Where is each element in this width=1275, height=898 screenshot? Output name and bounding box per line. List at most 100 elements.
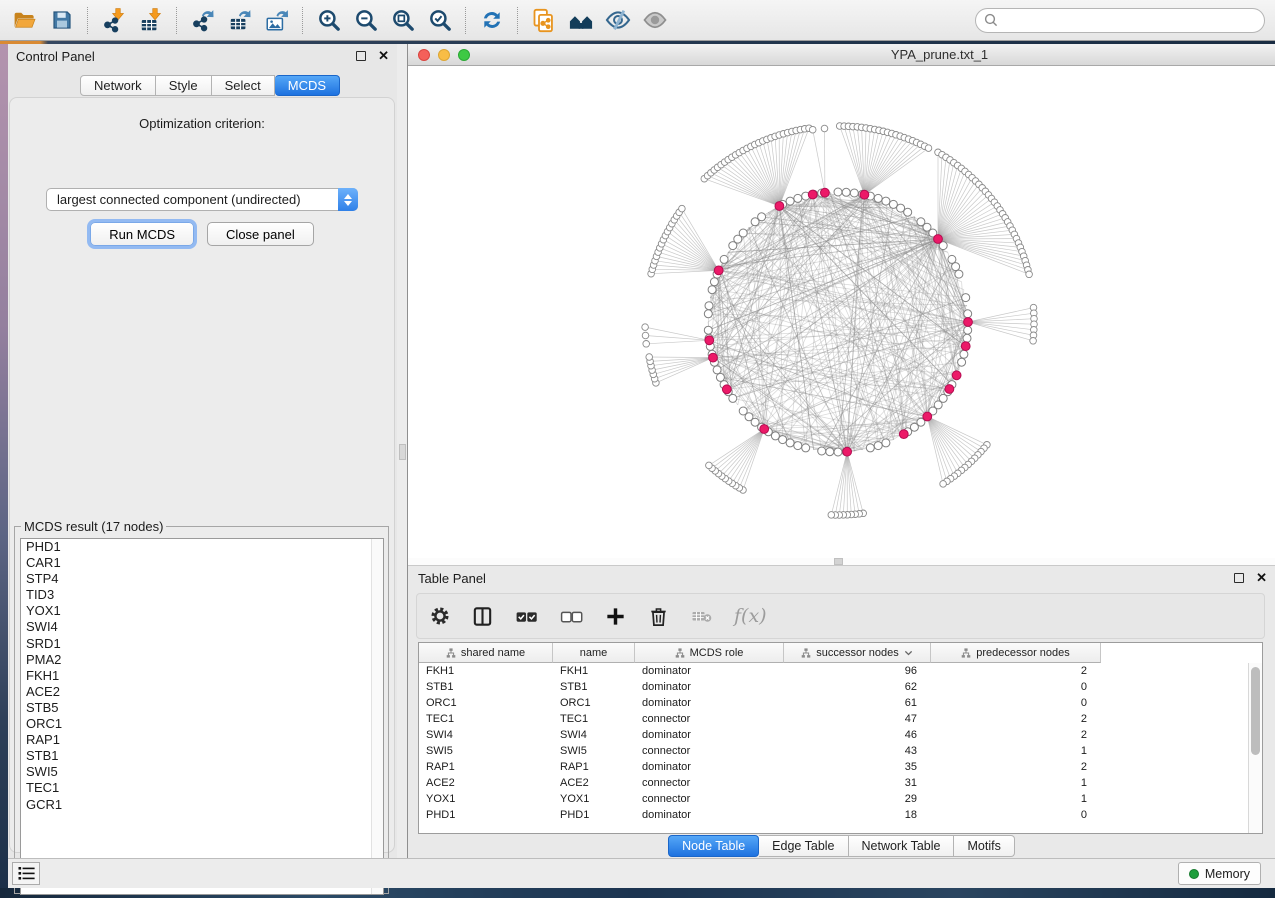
network-node[interactable] [643,341,650,348]
minimize-window-icon[interactable] [438,49,450,61]
network-node[interactable] [642,332,649,339]
network-node[interactable] [786,197,794,205]
network-canvas[interactable] [408,66,1275,558]
mcds-hub-node[interactable] [709,353,718,362]
zoom-selected-button[interactable] [421,3,458,37]
mcds-hub-node[interactable] [821,188,830,197]
create-column-button[interactable] [604,605,627,628]
network-node[interactable] [960,350,968,358]
result-item[interactable]: SWI4 [21,619,383,635]
network-node[interactable] [962,294,970,302]
result-item[interactable]: SWI5 [21,764,383,780]
open-session-button[interactable] [6,3,43,37]
network-node[interactable] [642,324,649,331]
result-item[interactable]: ACE2 [21,684,383,700]
mcds-hub-node[interactable] [808,190,817,199]
splitter-grip[interactable] [834,558,843,565]
result-item[interactable]: STB5 [21,700,383,716]
network-node[interactable] [963,334,971,342]
network-node[interactable] [758,213,766,221]
delete-table-button[interactable] [690,604,714,628]
zoom-fit-button[interactable] [384,3,421,37]
network-node[interactable] [874,442,882,450]
network-node[interactable] [882,197,890,205]
network-node[interactable] [720,255,728,263]
function-builder-button[interactable]: f(x) [734,605,767,627]
network-node[interactable] [809,126,816,133]
column-header-predecessor-nodes[interactable]: predecessor nodes [931,643,1101,663]
mcds-hub-node[interactable] [775,202,784,211]
network-node[interactable] [826,448,834,456]
network-node[interactable] [646,354,653,361]
table-row[interactable]: RAP1RAP1dominator352 [419,759,1262,775]
clone-network-button[interactable] [525,3,562,37]
vertical-splitter[interactable] [397,44,408,858]
export-network-button[interactable] [184,3,221,37]
table-row[interactable]: PHD1PHD1dominator180 [419,807,1262,823]
table-row[interactable]: SWI5SWI5connector431 [419,743,1262,759]
tab-network-table[interactable]: Network Table [849,835,955,857]
network-node[interactable] [882,439,890,447]
export-table-button[interactable] [221,3,258,37]
zoom-out-button[interactable] [347,3,384,37]
table-row[interactable]: ACE2ACE2connector311 [419,775,1262,791]
mcds-result-scrollbar[interactable] [371,539,383,894]
network-node[interactable] [1030,338,1037,345]
mcds-hub-node[interactable] [952,371,961,380]
mcds-hub-node[interactable] [934,235,943,244]
memory-button[interactable]: Memory [1178,862,1261,885]
result-item[interactable]: FKH1 [21,668,383,684]
select-all-columns-button[interactable] [514,604,539,629]
network-node[interactable] [952,263,960,271]
task-history-button[interactable] [12,862,40,885]
table-row[interactable]: ORC1ORC1dominator610 [419,695,1262,711]
network-node[interactable] [679,205,686,212]
network-node[interactable] [821,125,828,132]
result-item[interactable]: YOX1 [21,603,383,619]
delete-column-button[interactable] [647,605,670,628]
import-network-button[interactable] [95,3,132,37]
network-node[interactable] [842,188,850,196]
network-node[interactable] [704,310,712,318]
result-item[interactable]: TID3 [21,587,383,603]
close-panel-icon[interactable]: ✕ [1256,573,1267,583]
network-node[interactable] [713,366,721,374]
mcds-hub-node[interactable] [860,190,869,199]
run-mcds-button[interactable]: Run MCDS [90,222,194,246]
table-scrollbar[interactable] [1248,663,1262,833]
table-row[interactable]: FKH1FKH1dominator962 [419,663,1262,679]
network-node[interactable] [708,286,716,294]
result-item[interactable]: PMA2 [21,652,383,668]
tab-network[interactable]: Network [80,75,156,96]
maximize-window-icon[interactable] [458,49,470,61]
network-node[interactable] [818,447,826,455]
optimization-select[interactable]: largest connected component (undirected) [46,188,358,211]
tab-style[interactable]: Style [156,75,212,96]
network-node[interactable] [955,270,963,278]
result-item[interactable]: CAR1 [21,555,383,571]
network-node[interactable] [794,442,802,450]
network-node[interactable] [866,444,874,452]
network-node[interactable] [705,302,713,310]
result-item[interactable]: TEC1 [21,780,383,796]
tab-node-table[interactable]: Node Table [668,835,759,857]
result-item[interactable]: GCR1 [21,797,383,813]
network-node[interactable] [834,188,842,196]
save-session-button[interactable] [43,3,80,37]
table-row[interactable]: SWI4SWI4dominator462 [419,727,1262,743]
column-header-MCDS-role[interactable]: MCDS role [635,643,784,663]
mcds-hub-node[interactable] [714,266,723,275]
unselect-all-columns-button[interactable] [559,604,584,629]
neighborhood-search-button[interactable] [562,3,599,37]
network-node[interactable] [1026,271,1033,278]
network-node[interactable] [940,481,947,488]
result-item[interactable]: STP4 [21,571,383,587]
tab-select[interactable]: Select [212,75,275,96]
column-header-successor-nodes[interactable]: successor nodes [784,643,931,663]
network-node[interactable] [706,462,713,469]
mcds-hub-node[interactable] [923,412,932,421]
network-node[interactable] [802,444,810,452]
export-image-button[interactable] [258,3,295,37]
column-menu-icon[interactable] [904,650,913,656]
import-table-button[interactable] [132,3,169,37]
